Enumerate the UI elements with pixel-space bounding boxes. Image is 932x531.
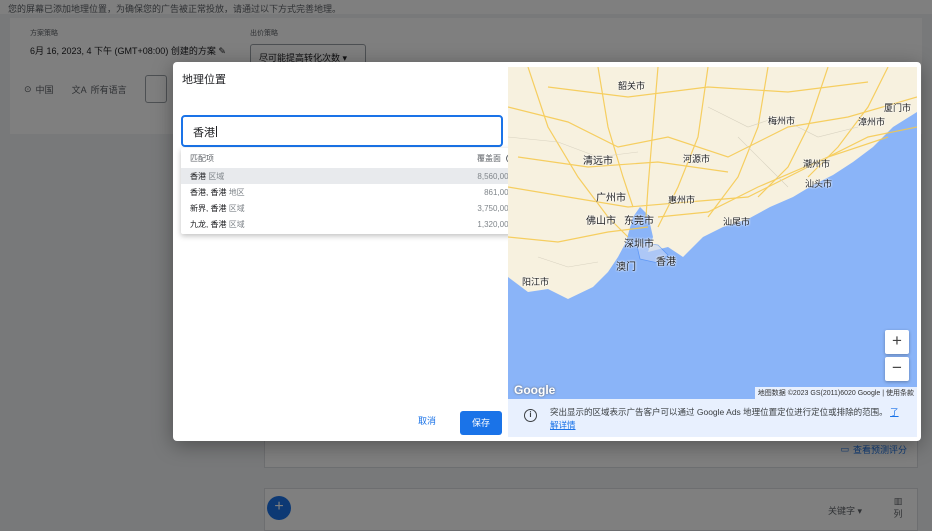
city-label: 香港 <box>656 257 676 268</box>
city-label: 澳门 <box>616 262 636 273</box>
map-canvas <box>508 67 917 399</box>
city-label: 清远市 <box>583 156 613 167</box>
city-label: 潮州市 <box>803 159 831 169</box>
city-label: 深圳市 <box>624 239 654 250</box>
city-label: 韶关市 <box>618 81 646 91</box>
save-button[interactable]: 保存 <box>460 411 502 435</box>
city-label: 东莞市 <box>624 216 654 227</box>
city-label: 梅州市 <box>768 116 796 126</box>
city-label: 惠州市 <box>668 195 696 205</box>
map-credits[interactable]: 地图数据 ©2023 GS(2011)6020 Google | 使用条款 <box>754 387 917 399</box>
text-caret <box>216 126 217 137</box>
city-label: 广州市 <box>596 193 626 204</box>
city-label: 佛山市 <box>586 216 616 227</box>
city-label: 汕头市 <box>805 179 833 189</box>
zoom-in-button[interactable]: + <box>885 330 909 354</box>
location-dialog: 地理位置 香港 匹配项 覆盖面? 香港 区域 8,560,000定位 香港, 香… <box>173 62 921 441</box>
city-label: 河源市 <box>683 154 711 164</box>
city-label: 阳江市 <box>522 277 550 287</box>
info-icon: i <box>524 409 537 422</box>
cancel-button[interactable]: 取消 <box>418 414 436 427</box>
zoom-out-button[interactable]: − <box>885 357 909 381</box>
info-text: 突出显示的区域表示广告客户可以通过 Google Ads 地理位置定位进行定位或… <box>550 407 888 417</box>
map-view[interactable]: 韶关市 梅州市 厦门市 漳州市 河源市 潮州市 汕头市 清远市 惠州市 广州市 … <box>508 67 917 399</box>
header-match: 匹配项 <box>190 153 214 163</box>
info-box: i 突出显示的区域表示广告客户可以通过 Google Ads 地理位置定位进行定… <box>508 399 917 437</box>
city-label: 漳州市 <box>858 117 886 127</box>
google-logo: Google <box>514 383 556 397</box>
city-label: 厦门市 <box>884 103 912 113</box>
city-label: 汕尾市 <box>723 217 751 227</box>
location-search-input[interactable]: 香港 <box>181 115 503 147</box>
dialog-title: 地理位置 <box>182 74 226 86</box>
